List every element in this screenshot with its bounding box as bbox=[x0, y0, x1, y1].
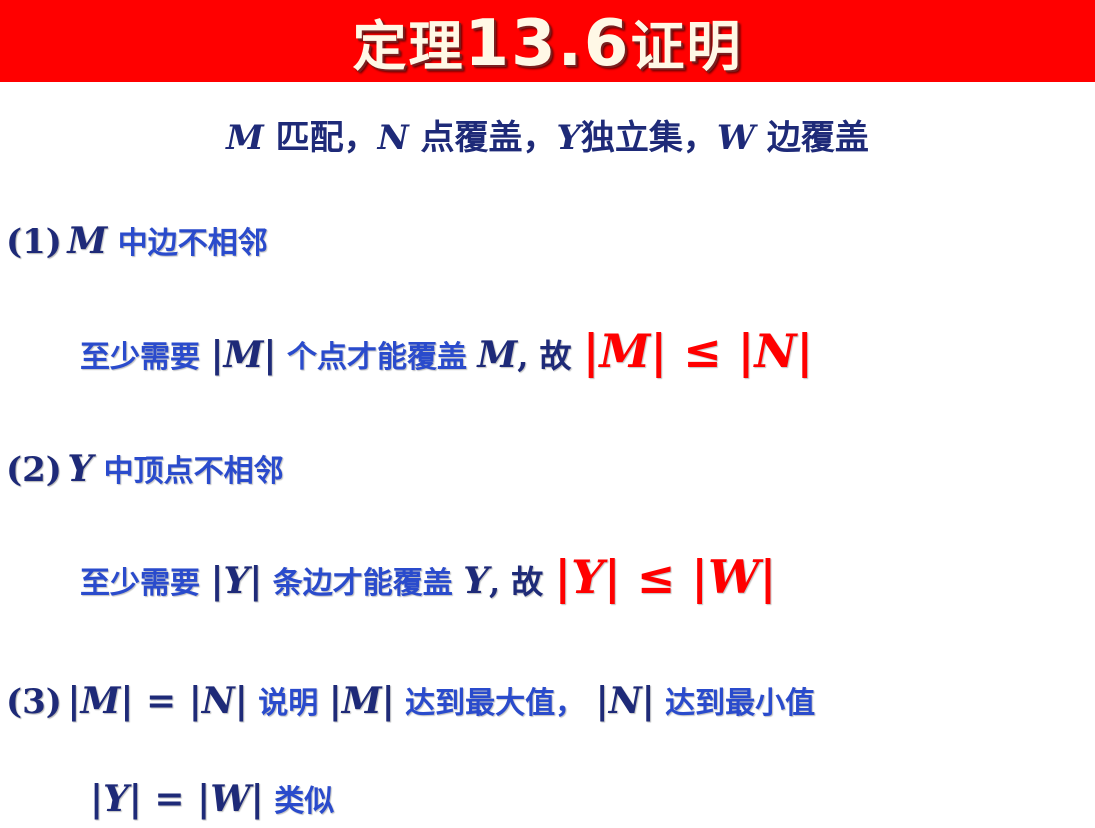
item-2-detail-pre: 至少需要 bbox=[80, 566, 211, 601]
item-2-result: |Y| ≤ |W| bbox=[554, 550, 777, 604]
item-1-detail-var: M bbox=[477, 334, 518, 376]
item-3-text-2: 达到最大值， bbox=[394, 686, 596, 721]
item-2-detail-mid: 条边才能覆盖 bbox=[262, 566, 464, 601]
item-2-heading: (2) Y 中顶点不相邻 bbox=[6, 446, 284, 490]
item-2-text: 中顶点不相邻 bbox=[93, 454, 284, 489]
item-1-label: (1) bbox=[6, 222, 62, 262]
subtitle-text-3: 独立集， bbox=[580, 118, 717, 158]
item-3-m: |M| bbox=[328, 680, 395, 722]
item-3-n: |N| bbox=[595, 680, 655, 722]
title-suffix: 证明 bbox=[630, 14, 743, 78]
subtitle-text-2: 点覆盖， bbox=[408, 118, 557, 158]
item-3-label: (3) bbox=[6, 682, 62, 722]
subtitle-var-y: Y bbox=[556, 118, 581, 158]
subtitle-var-n: N bbox=[377, 118, 409, 158]
title-bar: 定理13.6证明 bbox=[0, 0, 1095, 82]
item-1-result: |M| ≤ |N| bbox=[582, 324, 814, 378]
item-3-heading: (3) |M| = |N| 说明 |M| 达到最大值， |N| 达到最小值 bbox=[6, 678, 815, 722]
subtitle-var-w: W bbox=[716, 118, 756, 158]
item-1-detail-pre: 至少需要 bbox=[80, 340, 211, 375]
item-3-text-1: 说明 bbox=[247, 686, 329, 721]
subtitle-var-m: M bbox=[226, 118, 264, 158]
item-2-var: Y bbox=[67, 448, 94, 490]
item-3-detail: |Y| = |W| 类似 bbox=[90, 776, 334, 820]
item-3-detail-text: 类似 bbox=[263, 784, 335, 819]
item-1-var: M bbox=[67, 220, 108, 262]
item-1-detail-mid: 个点才能覆盖 bbox=[276, 340, 478, 375]
title-number: 13.6 bbox=[464, 6, 631, 81]
item-2-detail-gu: , 故 bbox=[488, 563, 555, 601]
item-3-text-3: 达到最小值 bbox=[654, 686, 816, 721]
item-3-eq: |M| = |N| bbox=[67, 680, 248, 722]
item-3-detail-eq: |Y| = |W| bbox=[90, 778, 264, 820]
item-2-label: (2) bbox=[6, 450, 62, 490]
subtitle-text-1: 匹配， bbox=[263, 118, 378, 158]
item-2-detail-var: Y bbox=[463, 560, 489, 602]
item-1-detail-gu: , 故 bbox=[517, 337, 583, 375]
item-1-heading: (1) M 中边不相邻 bbox=[6, 218, 268, 262]
item-1-text: 中边不相邻 bbox=[107, 226, 268, 261]
subtitle: M 匹配，N 点覆盖，Y独立集，W 边覆盖 bbox=[0, 110, 1095, 159]
title-prefix: 定理 bbox=[352, 14, 465, 78]
item-1-detail-card: |M| bbox=[210, 334, 277, 376]
item-2-detail: 至少需要 |Y| 条边才能覆盖 Y, 故 |Y| ≤ |W| bbox=[80, 550, 776, 604]
item-1-detail: 至少需要 |M| 个点才能覆盖 M, 故 |M| ≤ |N| bbox=[80, 324, 813, 378]
item-2-detail-card: |Y| bbox=[210, 560, 263, 602]
slide-title: 定理13.6证明 bbox=[353, 2, 743, 81]
subtitle-text-4: 边覆盖 bbox=[755, 118, 869, 158]
